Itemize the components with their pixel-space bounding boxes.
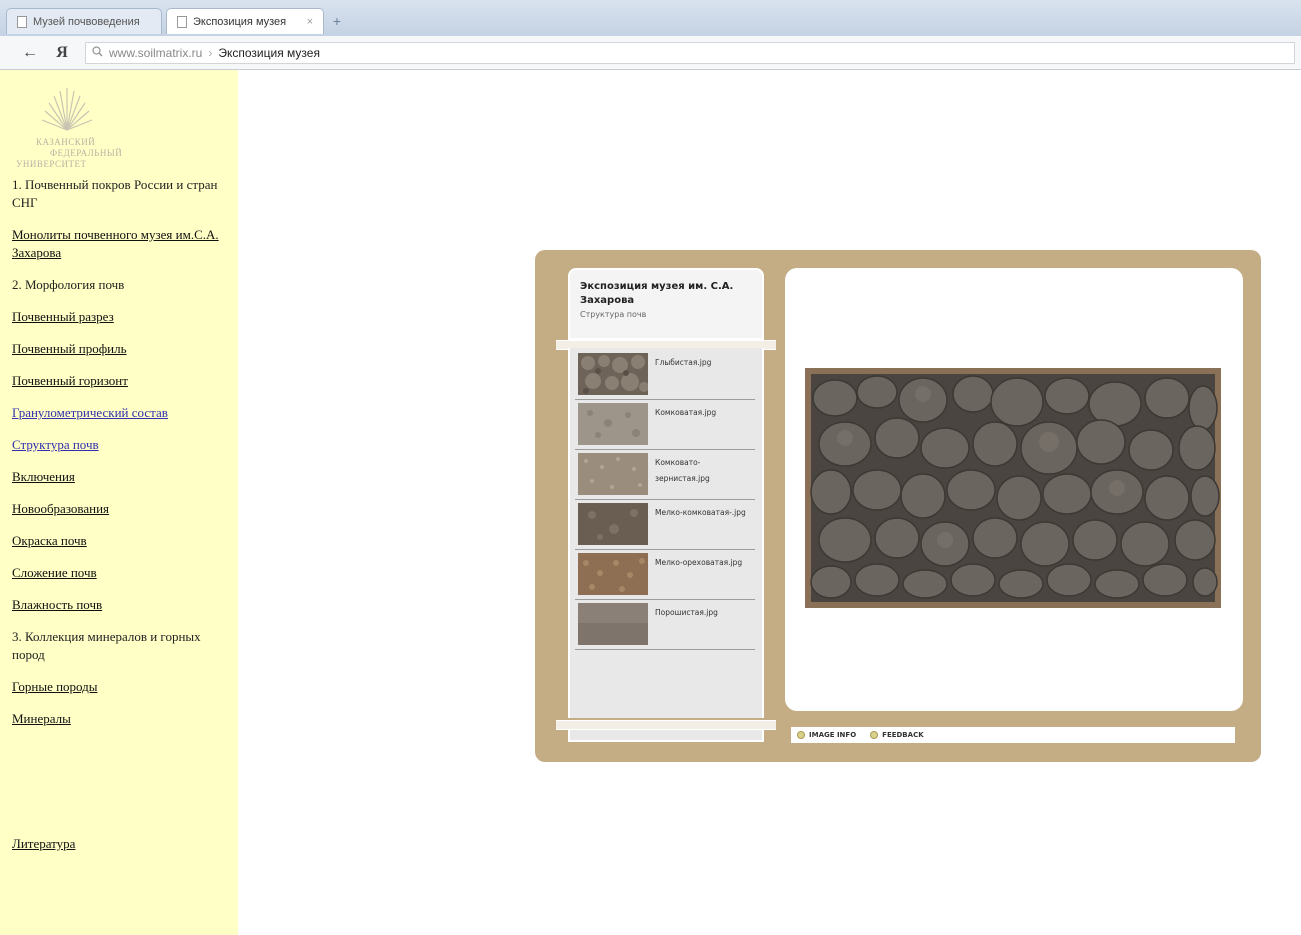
sidebar-link-mineraly[interactable]: Минералы: [12, 710, 232, 728]
soil-thumbnail-image: [578, 453, 648, 495]
gallery-title: Экспозиция музея им. С.А. Захарова: [580, 281, 734, 306]
bullet-dot-icon: [870, 731, 879, 739]
sidebar: КАЗАНСКИЙ ФЕДЕРАЛЬНЫЙ УНИВЕРСИТЕТ 1. Поч…: [0, 70, 238, 935]
soil-thumbnail-image: [578, 353, 648, 395]
thumbnail-label: Мелко-комковатая-.jpg: [655, 508, 746, 517]
thumbnail-item[interactable]: Мелко-ореховатая.jpg: [575, 550, 755, 600]
new-tab-button[interactable]: +: [326, 12, 348, 30]
back-arrow-icon[interactable]: ←: [20, 43, 40, 63]
sidebar-menu: 1. Почвенный покров России и стран СНГ М…: [12, 176, 232, 742]
yandex-icon[interactable]: Я: [52, 43, 72, 63]
footer-divider-bar: [556, 720, 776, 730]
thumbnail-item[interactable]: Глыбистая.jpg: [575, 350, 755, 400]
thumbnail-list-panel: Экспозиция музея им. С.А. Захарова Струк…: [556, 268, 776, 746]
tab-label: Музей почвоведения: [33, 15, 140, 28]
thumbnail-item[interactable]: Мелко-комковатая-.jpg: [575, 500, 755, 550]
url-separator: ›: [208, 46, 213, 60]
page-icon: [17, 15, 27, 28]
tab-ekspozitsiya-muzeya[interactable]: Экспозиция музея ×: [166, 8, 324, 34]
sidebar-link-vlazhnost-pochv[interactable]: Влажность почв: [12, 596, 232, 614]
gallery-widget: Экспозиция музея им. С.А. Захарова Струк…: [535, 250, 1261, 762]
feedback-button[interactable]: FEEDBACK: [870, 731, 924, 739]
sidebar-link-granulometrichesky-sostav[interactable]: Гранулометрический состав: [12, 404, 232, 422]
image-info-label: IMAGE INFO: [809, 731, 857, 739]
sidebar-link-literatura[interactable]: Литература: [12, 836, 75, 852]
sidebar-link-monolity[interactable]: Монолиты почвенного музея им.С.А. Захаро…: [12, 226, 232, 262]
sunburst-logo-icon: [41, 88, 93, 131]
soil-thumbnail-image: [578, 403, 648, 445]
thumbnail-label: Комковатая.jpg: [655, 408, 717, 417]
university-logo[interactable]: КАЗАНСКИЙ ФЕДЕРАЛЬНЫЙ УНИВЕРСИТЕТ: [12, 82, 152, 169]
bullet-dot-icon: [797, 731, 805, 739]
sidebar-link-pochvenny-razrez[interactable]: Почвенный разрез: [12, 308, 232, 326]
sidebar-link-slozhenie-pochv[interactable]: Сложение почв: [12, 564, 232, 582]
thumbnail-label: Мелко-ореховатая.jpg: [655, 558, 743, 567]
thumbnail-list[interactable]: Глыбистая.jpg Комковатая.jpg Комковато-з…: [568, 348, 764, 718]
list-scroll-footer[interactable]: [568, 730, 764, 742]
soil-thumbnail-image: [578, 553, 648, 595]
tab-label: Экспозиция музея: [193, 15, 287, 28]
thumbnail-label: Глыбистая.jpg: [655, 358, 712, 367]
page-icon: [177, 15, 187, 28]
section-heading-morfologiya: 2. Морфология почв: [12, 277, 125, 292]
url-page-title: Экспозиция музея: [218, 46, 320, 60]
sidebar-link-gornye-porody[interactable]: Горные породы: [12, 678, 232, 696]
sidebar-link-vklyucheniya[interactable]: Включения: [12, 468, 232, 486]
sidebar-link-okraska-pochv[interactable]: Окраска почв: [12, 532, 232, 550]
thumbnail-label: Порошистая.jpg: [655, 608, 718, 617]
soil-thumbnail-image: [578, 503, 648, 545]
viewer-info-bar: IMAGE INFO FEEDBACK: [791, 727, 1235, 743]
url-input[interactable]: www.soilmatrix.ru › Экспозиция музея: [85, 42, 1295, 64]
feedback-label: FEEDBACK: [882, 731, 924, 739]
thumbnail-item[interactable]: Порошистая.jpg: [575, 600, 755, 650]
logo-text: КАЗАНСКИЙ ФЕДЕРАЛЬНЫЙ УНИВЕРСИТЕТ: [16, 137, 123, 169]
gallery-subtitle: Структура почв: [580, 310, 647, 319]
search-icon: [92, 46, 103, 60]
sidebar-link-pochvenny-profil[interactable]: Почвенный профиль: [12, 340, 232, 358]
thumbnail-item[interactable]: Комковатая.jpg: [575, 400, 755, 450]
sidebar-link-pochvenny-gorizont[interactable]: Почвенный горизонт: [12, 372, 232, 390]
sidebar-link-novoobrazovaniya[interactable]: Новообразования: [12, 500, 232, 518]
sidebar-link-struktura-pochv[interactable]: Структура почв: [12, 436, 232, 454]
soil-thumbnail-image: [578, 603, 648, 645]
image-viewer: [785, 268, 1243, 711]
tab-muzey-pochvovedeniya[interactable]: Музей почвоведения: [6, 8, 162, 34]
image-info-button[interactable]: IMAGE INFO: [797, 731, 856, 739]
url-domain: www.soilmatrix.ru: [109, 46, 203, 60]
gallery-header: Экспозиция музея им. С.А. Захарова Струк…: [568, 268, 764, 340]
section-heading-pochvenny-pokrov: 1. Почвенный покров России и стран СНГ: [12, 177, 218, 210]
browser-tab-bar: Музей почвоведения Экспозиция музея × +: [0, 0, 1301, 36]
soil-structure-photo[interactable]: [805, 368, 1221, 608]
address-bar: ← Я www.soilmatrix.ru › Экспозиция музея: [0, 36, 1301, 70]
thumbnail-label: Комковато-зернистая.jpg: [655, 458, 710, 483]
close-tab-icon[interactable]: ×: [307, 16, 313, 28]
thumbnail-item[interactable]: Комковато-зернистая.jpg: [575, 450, 755, 500]
section-heading-kollektsiya: 3. Коллекция минералов и горных пород: [12, 629, 201, 662]
